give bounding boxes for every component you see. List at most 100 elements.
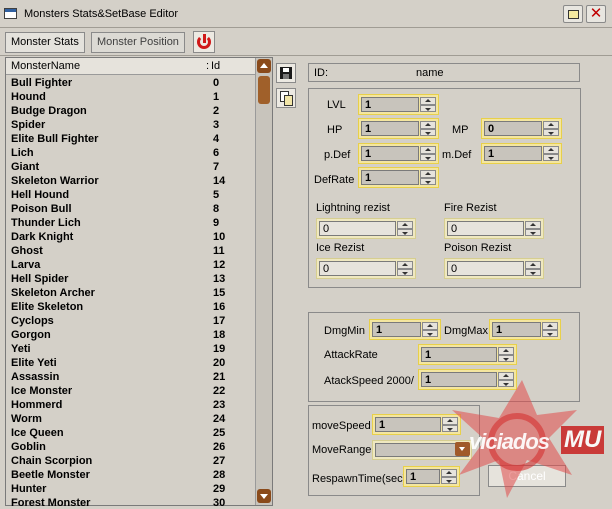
pdef-up-button[interactable] — [420, 146, 436, 154]
list-item[interactable]: Thunder Lich 9 — [6, 216, 255, 230]
list-item[interactable]: Elite Skeleton 16 — [6, 300, 255, 314]
tab-monster-stats[interactable]: Monster Stats — [5, 32, 85, 53]
list-item[interactable]: Chain Scorpion 27 — [6, 454, 255, 468]
list-item[interactable]: Skeleton Archer 15 — [6, 286, 255, 300]
mp-up-button[interactable] — [543, 121, 559, 129]
list-item[interactable]: Larva 12 — [6, 258, 255, 272]
list-item[interactable]: Lich 6 — [6, 146, 255, 160]
list-item[interactable]: Bull Fighter 0 — [6, 76, 255, 90]
list-item[interactable]: Ice Monster 22 — [6, 384, 255, 398]
respawn-up-button[interactable] — [441, 469, 457, 477]
ice-down-button[interactable] — [397, 268, 413, 276]
dmgmin-spinner[interactable]: 1 — [369, 319, 441, 340]
cancel-button[interactable]: Cancel — [488, 465, 566, 487]
list-item[interactable]: Beetle Monster 28 — [6, 468, 255, 482]
scroll-thumb[interactable] — [258, 76, 270, 104]
mp-down-button[interactable] — [543, 128, 559, 136]
lvl-down-button[interactable] — [420, 104, 436, 112]
list-item[interactable]: Gorgon 18 — [6, 328, 255, 342]
list-item[interactable]: Skeleton Warrior 14 — [6, 174, 255, 188]
column-header-name[interactable]: MonsterName — [11, 60, 80, 72]
list-item[interactable]: Hell Hound 5 — [6, 188, 255, 202]
list-item[interactable]: Forest Monster 30 — [6, 496, 255, 506]
dmgmax-up-button[interactable] — [542, 322, 558, 330]
save-button[interactable] — [276, 63, 296, 83]
mdef-spinner[interactable]: 1 — [481, 143, 562, 164]
poison-rezist-spinner[interactable]: 0 — [444, 258, 544, 279]
list-item[interactable]: Ice Queen 25 — [6, 426, 255, 440]
list-item[interactable]: Hunter 29 — [6, 482, 255, 496]
attackrate-down-button[interactable] — [498, 354, 514, 362]
list-item[interactable]: Poison Bull 8 — [6, 202, 255, 216]
lightning-rezist-spinner[interactable]: 0 — [316, 218, 416, 239]
scroll-down-button[interactable] — [257, 489, 271, 503]
close-icon: ✕ — [589, 5, 603, 22]
mdef-down-button[interactable] — [543, 153, 559, 161]
list-item[interactable]: Cyclops 17 — [6, 314, 255, 328]
hp-spinner[interactable]: 1 — [358, 118, 439, 139]
poison-down-button[interactable] — [525, 268, 541, 276]
list-item[interactable]: Dark Knight 10 — [6, 230, 255, 244]
scroll-up-button[interactable] — [257, 59, 271, 73]
dmgmin-up-button[interactable] — [422, 322, 438, 330]
copy-button[interactable] — [276, 88, 296, 108]
dmgmax-down-button[interactable] — [542, 329, 558, 337]
list-item[interactable]: Yeti 19 — [6, 342, 255, 356]
list-item[interactable]: Hell Spider 13 — [6, 272, 255, 286]
list-item[interactable]: Giant 7 — [6, 160, 255, 174]
list-item[interactable]: Assassin 21 — [6, 370, 255, 384]
fire-up-button[interactable] — [525, 221, 541, 229]
ice-rezist-spinner[interactable]: 0 — [316, 258, 416, 279]
attackrate-up-button[interactable] — [498, 347, 514, 355]
attackspeed-up-button[interactable] — [498, 372, 514, 380]
attackspeed-spinner[interactable]: 1 — [418, 369, 517, 390]
mdef-up-button[interactable] — [543, 146, 559, 154]
list-item[interactable]: Ghost 11 — [6, 244, 255, 258]
tab-monster-position[interactable]: Monster Position — [91, 32, 185, 53]
lightning-up-button[interactable] — [397, 221, 413, 229]
hp-down-button[interactable] — [420, 128, 436, 136]
list-item[interactable]: Elite Bull Fighter 4 — [6, 132, 255, 146]
movespeed-down-button[interactable] — [442, 424, 458, 432]
respawn-down-button[interactable] — [441, 476, 457, 484]
ice-up-button[interactable] — [397, 261, 413, 269]
defrate-down-button[interactable] — [420, 177, 436, 185]
pdef-down-button[interactable] — [420, 153, 436, 161]
chevron-down-icon[interactable] — [455, 442, 470, 456]
hp-up-button[interactable] — [420, 121, 436, 129]
monster-name: Elite Skeleton — [11, 301, 84, 313]
list-item[interactable]: Goblin 26 — [6, 440, 255, 454]
respawn-spinner[interactable]: 1 — [403, 466, 460, 487]
list-item[interactable]: Elite Yeti 20 — [6, 356, 255, 370]
lvl-up-button[interactable] — [420, 97, 436, 105]
poison-up-button[interactable] — [525, 261, 541, 269]
moverange-select[interactable] — [372, 440, 472, 460]
list-scrollbar[interactable] — [255, 58, 272, 505]
fire-down-button[interactable] — [525, 228, 541, 236]
list-item[interactable]: Hound 1 — [6, 90, 255, 104]
attackrate-spinner[interactable]: 1 — [418, 344, 517, 365]
list-item[interactable]: Budge Dragon 2 — [6, 104, 255, 118]
movespeed-spinner[interactable]: 1 — [372, 414, 461, 435]
movespeed-up-button[interactable] — [442, 417, 458, 425]
monster-name: Skeleton Warrior — [11, 175, 99, 187]
dmgmax-spinner[interactable]: 1 — [489, 319, 561, 340]
list-item[interactable]: Spider 3 — [6, 118, 255, 132]
defrate-up-button[interactable] — [420, 170, 436, 178]
close-button[interactable]: ✕ — [586, 5, 606, 23]
lvl-spinner[interactable]: 1 — [358, 94, 439, 115]
mp-spinner[interactable]: 0 — [481, 118, 562, 139]
pdef-spinner[interactable]: 1 — [358, 143, 439, 164]
defrate-label: DefRate — [314, 174, 355, 186]
column-header-id[interactable]: Id — [211, 60, 220, 72]
fire-rezist-spinner[interactable]: 0 — [444, 218, 544, 239]
list-item[interactable]: Worm 24 — [6, 412, 255, 426]
dmgmin-down-button[interactable] — [422, 329, 438, 337]
list-item[interactable]: Hommerd 23 — [6, 398, 255, 412]
refresh-button[interactable] — [193, 31, 215, 53]
minimize-button[interactable] — [563, 5, 583, 23]
lightning-down-button[interactable] — [397, 228, 413, 236]
attackspeed-down-button[interactable] — [498, 379, 514, 387]
defrate-spinner[interactable]: 1 — [358, 167, 439, 188]
dmgmin-label: DmgMin — [324, 325, 365, 337]
